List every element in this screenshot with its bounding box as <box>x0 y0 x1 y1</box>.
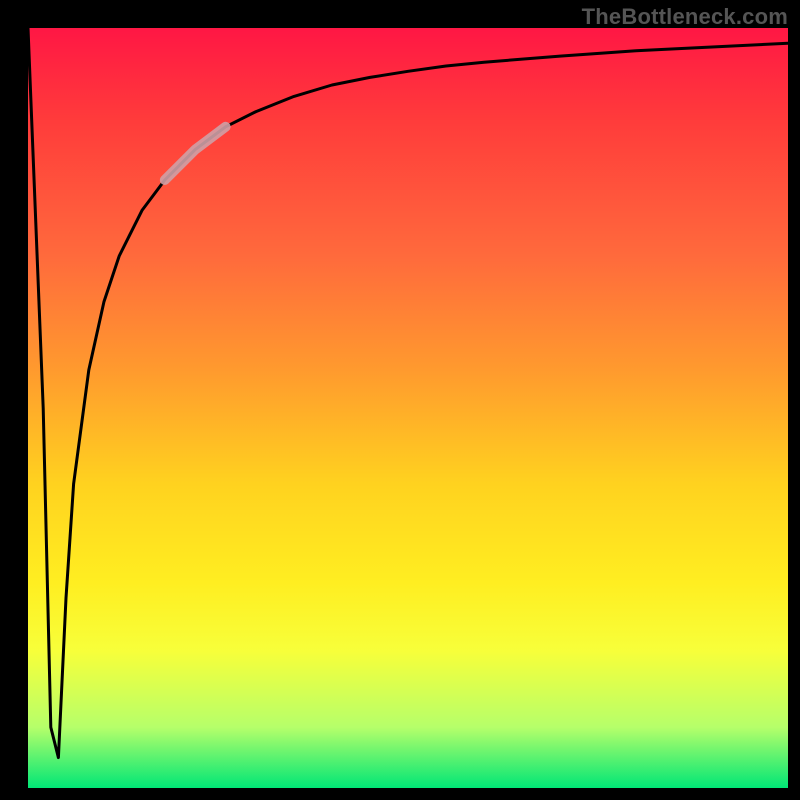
bottleneck-curve <box>28 28 788 758</box>
chart-frame: TheBottleneck.com <box>0 0 800 800</box>
highlight-segment <box>165 127 226 180</box>
watermark-label: TheBottleneck.com <box>582 4 788 30</box>
curve-svg <box>28 28 788 788</box>
plot-area <box>28 28 788 788</box>
